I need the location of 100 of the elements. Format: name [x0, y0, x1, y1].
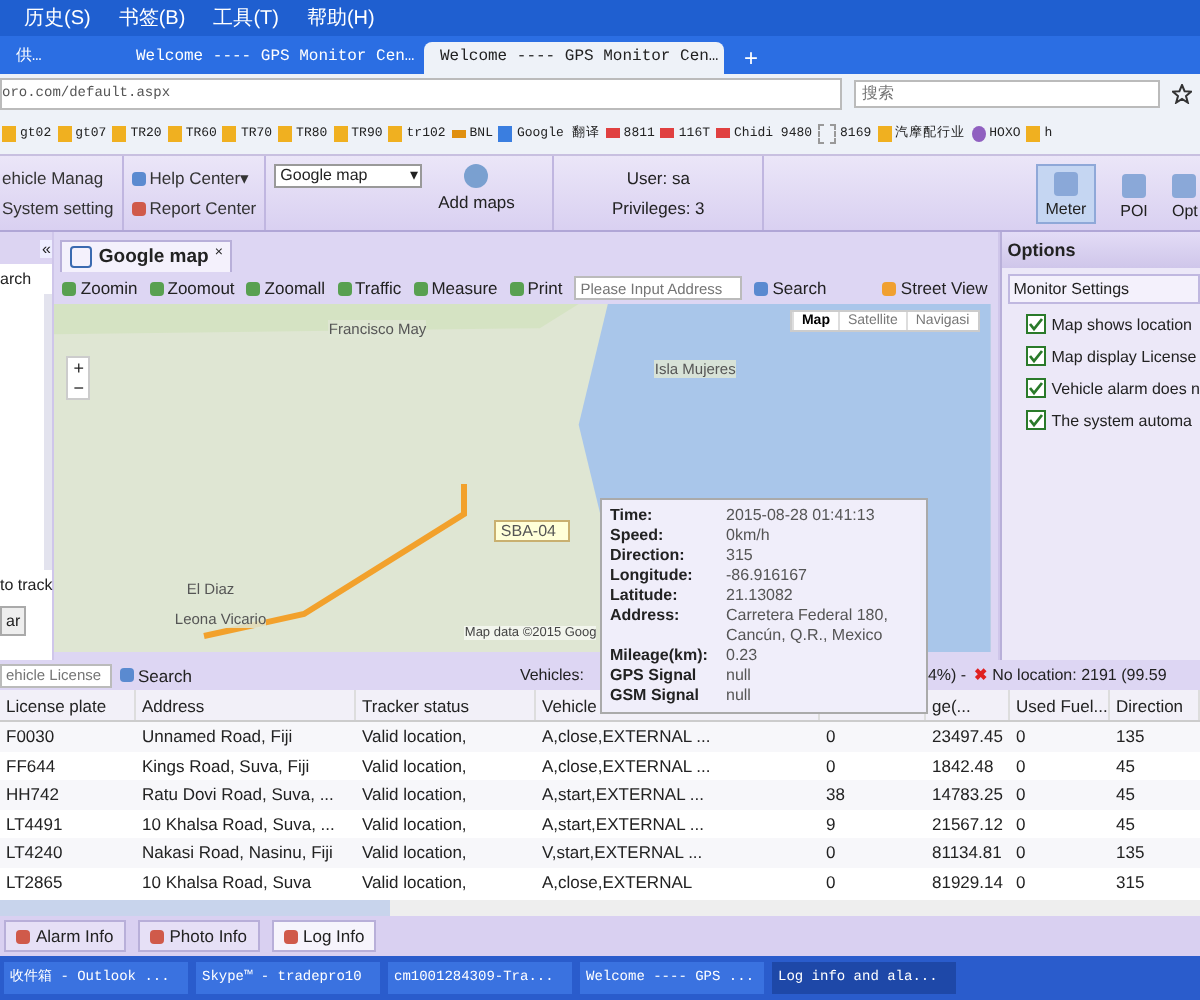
toolbar-tab[interactable]: POI	[1104, 163, 1164, 223]
menu-link[interactable]: System setting	[2, 198, 114, 218]
browser-tab[interactable]: Welcome ---- GPS Monitor Cen…	[424, 42, 724, 74]
monitor-settings-header: Monitor Settings	[1007, 274, 1200, 304]
bottom-tab[interactable]: Alarm Info	[4, 920, 126, 952]
table-cell: 45	[1116, 813, 1135, 834]
table-cell: 81134.81	[932, 842, 1002, 863]
table-cell: 1842.48	[932, 755, 994, 776]
info-value: 0.23	[726, 646, 760, 666]
table-cell: 0	[1016, 842, 1026, 863]
table-cell: A,close,EXTERNAL	[542, 871, 693, 892]
table-cell: 9	[826, 813, 836, 834]
checkbox[interactable]	[1025, 346, 1046, 366]
map-tool[interactable]: Print	[509, 278, 563, 298]
bottom-tab[interactable]: Log Info	[271, 920, 377, 952]
checkbox[interactable]	[1025, 378, 1046, 398]
browser-tab[interactable]: 供…	[0, 42, 116, 74]
table-cell: Valid location,	[362, 784, 467, 805]
table-cell: LT4240	[6, 842, 63, 863]
info-label: GSM Signal	[610, 686, 701, 706]
table-cell: 0	[826, 842, 836, 863]
menu-item[interactable]: 帮助(H)	[306, 4, 375, 32]
vehicle-marker-label[interactable]: SBA-04	[494, 520, 570, 542]
help-center-menu[interactable]: Help Center▾	[131, 168, 257, 188]
map-tool[interactable]: Zoomall	[246, 278, 326, 298]
table-cell: 45	[1116, 755, 1135, 776]
column-header[interactable]: Address	[142, 695, 205, 715]
checkbox[interactable]	[1025, 314, 1046, 334]
table-cell: 315	[1116, 871, 1145, 892]
map-tool[interactable]: Zoomout	[149, 278, 235, 298]
collapse-button[interactable]: «	[39, 239, 53, 257]
table-cell: 21567.12	[932, 813, 1003, 834]
bottom-tab[interactable]: Photo Info	[137, 920, 260, 952]
search-button[interactable]: arch	[0, 264, 32, 294]
setting-label: The system automa	[1051, 411, 1192, 429]
toolbar-tab[interactable]: Meter	[1036, 163, 1096, 223]
table-cell: 0	[1016, 813, 1026, 834]
checkbox[interactable]	[1025, 410, 1046, 430]
column-header[interactable]: ge(...	[932, 695, 971, 715]
column-header[interactable]: Direction	[1116, 695, 1184, 715]
setting-label: Map display License	[1051, 347, 1197, 365]
info-value: Carretera Federal 180, Cancún, Q.R., Mexico	[726, 606, 890, 646]
zoom-out-button[interactable]: −	[68, 378, 89, 398]
map-tool[interactable]: Measure	[413, 278, 498, 298]
table-cell: Unnamed Road, Fiji	[142, 726, 293, 747]
info-value: 0km/h	[726, 526, 772, 546]
info-label: Longitude:	[610, 566, 695, 586]
no-location-count: ✖ No location: 2191 (99.59	[974, 666, 1167, 684]
map-select[interactable]: Google map ▾	[274, 164, 423, 188]
table-cell: Nakasi Road, Nasinu, Fiji	[142, 842, 333, 863]
table-cell: 0	[826, 871, 836, 892]
table-cell: Valid location,	[362, 842, 467, 863]
user-label: User: sa	[626, 168, 690, 188]
table-cell: LT2865	[6, 871, 63, 892]
map-tool[interactable]: Zoomin	[62, 278, 138, 298]
column-header[interactable]: Used Fuel...	[1016, 695, 1108, 715]
info-label: Address:	[610, 606, 682, 628]
street-view-button[interactable]: Street View	[882, 278, 988, 298]
setting-label: Vehicle alarm does n	[1051, 379, 1200, 397]
column-header[interactable]: License plate	[6, 695, 107, 715]
map-tool[interactable]: Traffic	[337, 278, 402, 298]
menu-link[interactable]: ehicle Manag	[2, 168, 114, 188]
info-label: Time:	[610, 506, 655, 526]
zoom-in-button[interactable]: +	[68, 358, 89, 378]
add-maps-button[interactable]: Add maps	[438, 164, 515, 212]
table-cell: 0	[1016, 726, 1026, 747]
info-value: null	[726, 686, 753, 706]
table-cell: 23497.45	[932, 726, 1003, 747]
report-center-link[interactable]: Report Center	[131, 198, 257, 218]
clear-button[interactable]: ar	[0, 606, 27, 636]
table-cell: Valid location,	[362, 726, 467, 747]
search-field[interactable]: 搜索	[854, 79, 1160, 107]
setting-label: Map shows location	[1051, 315, 1192, 333]
table-cell: Kings Road, Suva, Fiji	[142, 755, 310, 776]
status-summary: 4%) -	[927, 666, 967, 684]
privileges-label: Privileges: 3	[611, 198, 705, 218]
vehicles-label: Vehicles:	[519, 666, 584, 684]
info-value: 2015-08-28 01:41:13	[726, 506, 877, 526]
table-cell: Valid location,	[362, 871, 467, 892]
table-cell: 0	[1016, 784, 1026, 805]
column-header[interactable]: Tracker status	[362, 695, 470, 715]
search-button[interactable]: Search	[754, 278, 827, 298]
column-header[interactable]: Vehicle	[542, 695, 597, 715]
toolbar-tab[interactable]: Opt	[1172, 163, 1200, 223]
search-button[interactable]: Search	[120, 665, 192, 685]
new-tab-button[interactable]: +	[728, 42, 775, 74]
browser-tab[interactable]: Welcome ---- GPS Monitor Cen…	[120, 42, 420, 74]
table-cell: F0030	[6, 726, 55, 747]
table-cell: A,start,EXTERNAL ...	[542, 813, 704, 834]
table-cell: Ratu Dovi Road, Suva, ...	[142, 784, 334, 805]
menu-item[interactable]: 书签(B)	[118, 4, 186, 32]
info-value: 315	[726, 546, 755, 566]
star-icon[interactable]	[1172, 83, 1192, 103]
info-label: Mileage(km):	[610, 646, 710, 666]
scrollbar-thumb[interactable]	[0, 900, 390, 916]
table-cell: A,close,EXTERNAL ...	[542, 726, 711, 747]
table-cell: 45	[1116, 784, 1135, 805]
table-cell: 0	[826, 755, 836, 776]
menu-item[interactable]: 工具(T)	[213, 4, 279, 32]
menu-item[interactable]: 历史(S)	[24, 4, 91, 32]
